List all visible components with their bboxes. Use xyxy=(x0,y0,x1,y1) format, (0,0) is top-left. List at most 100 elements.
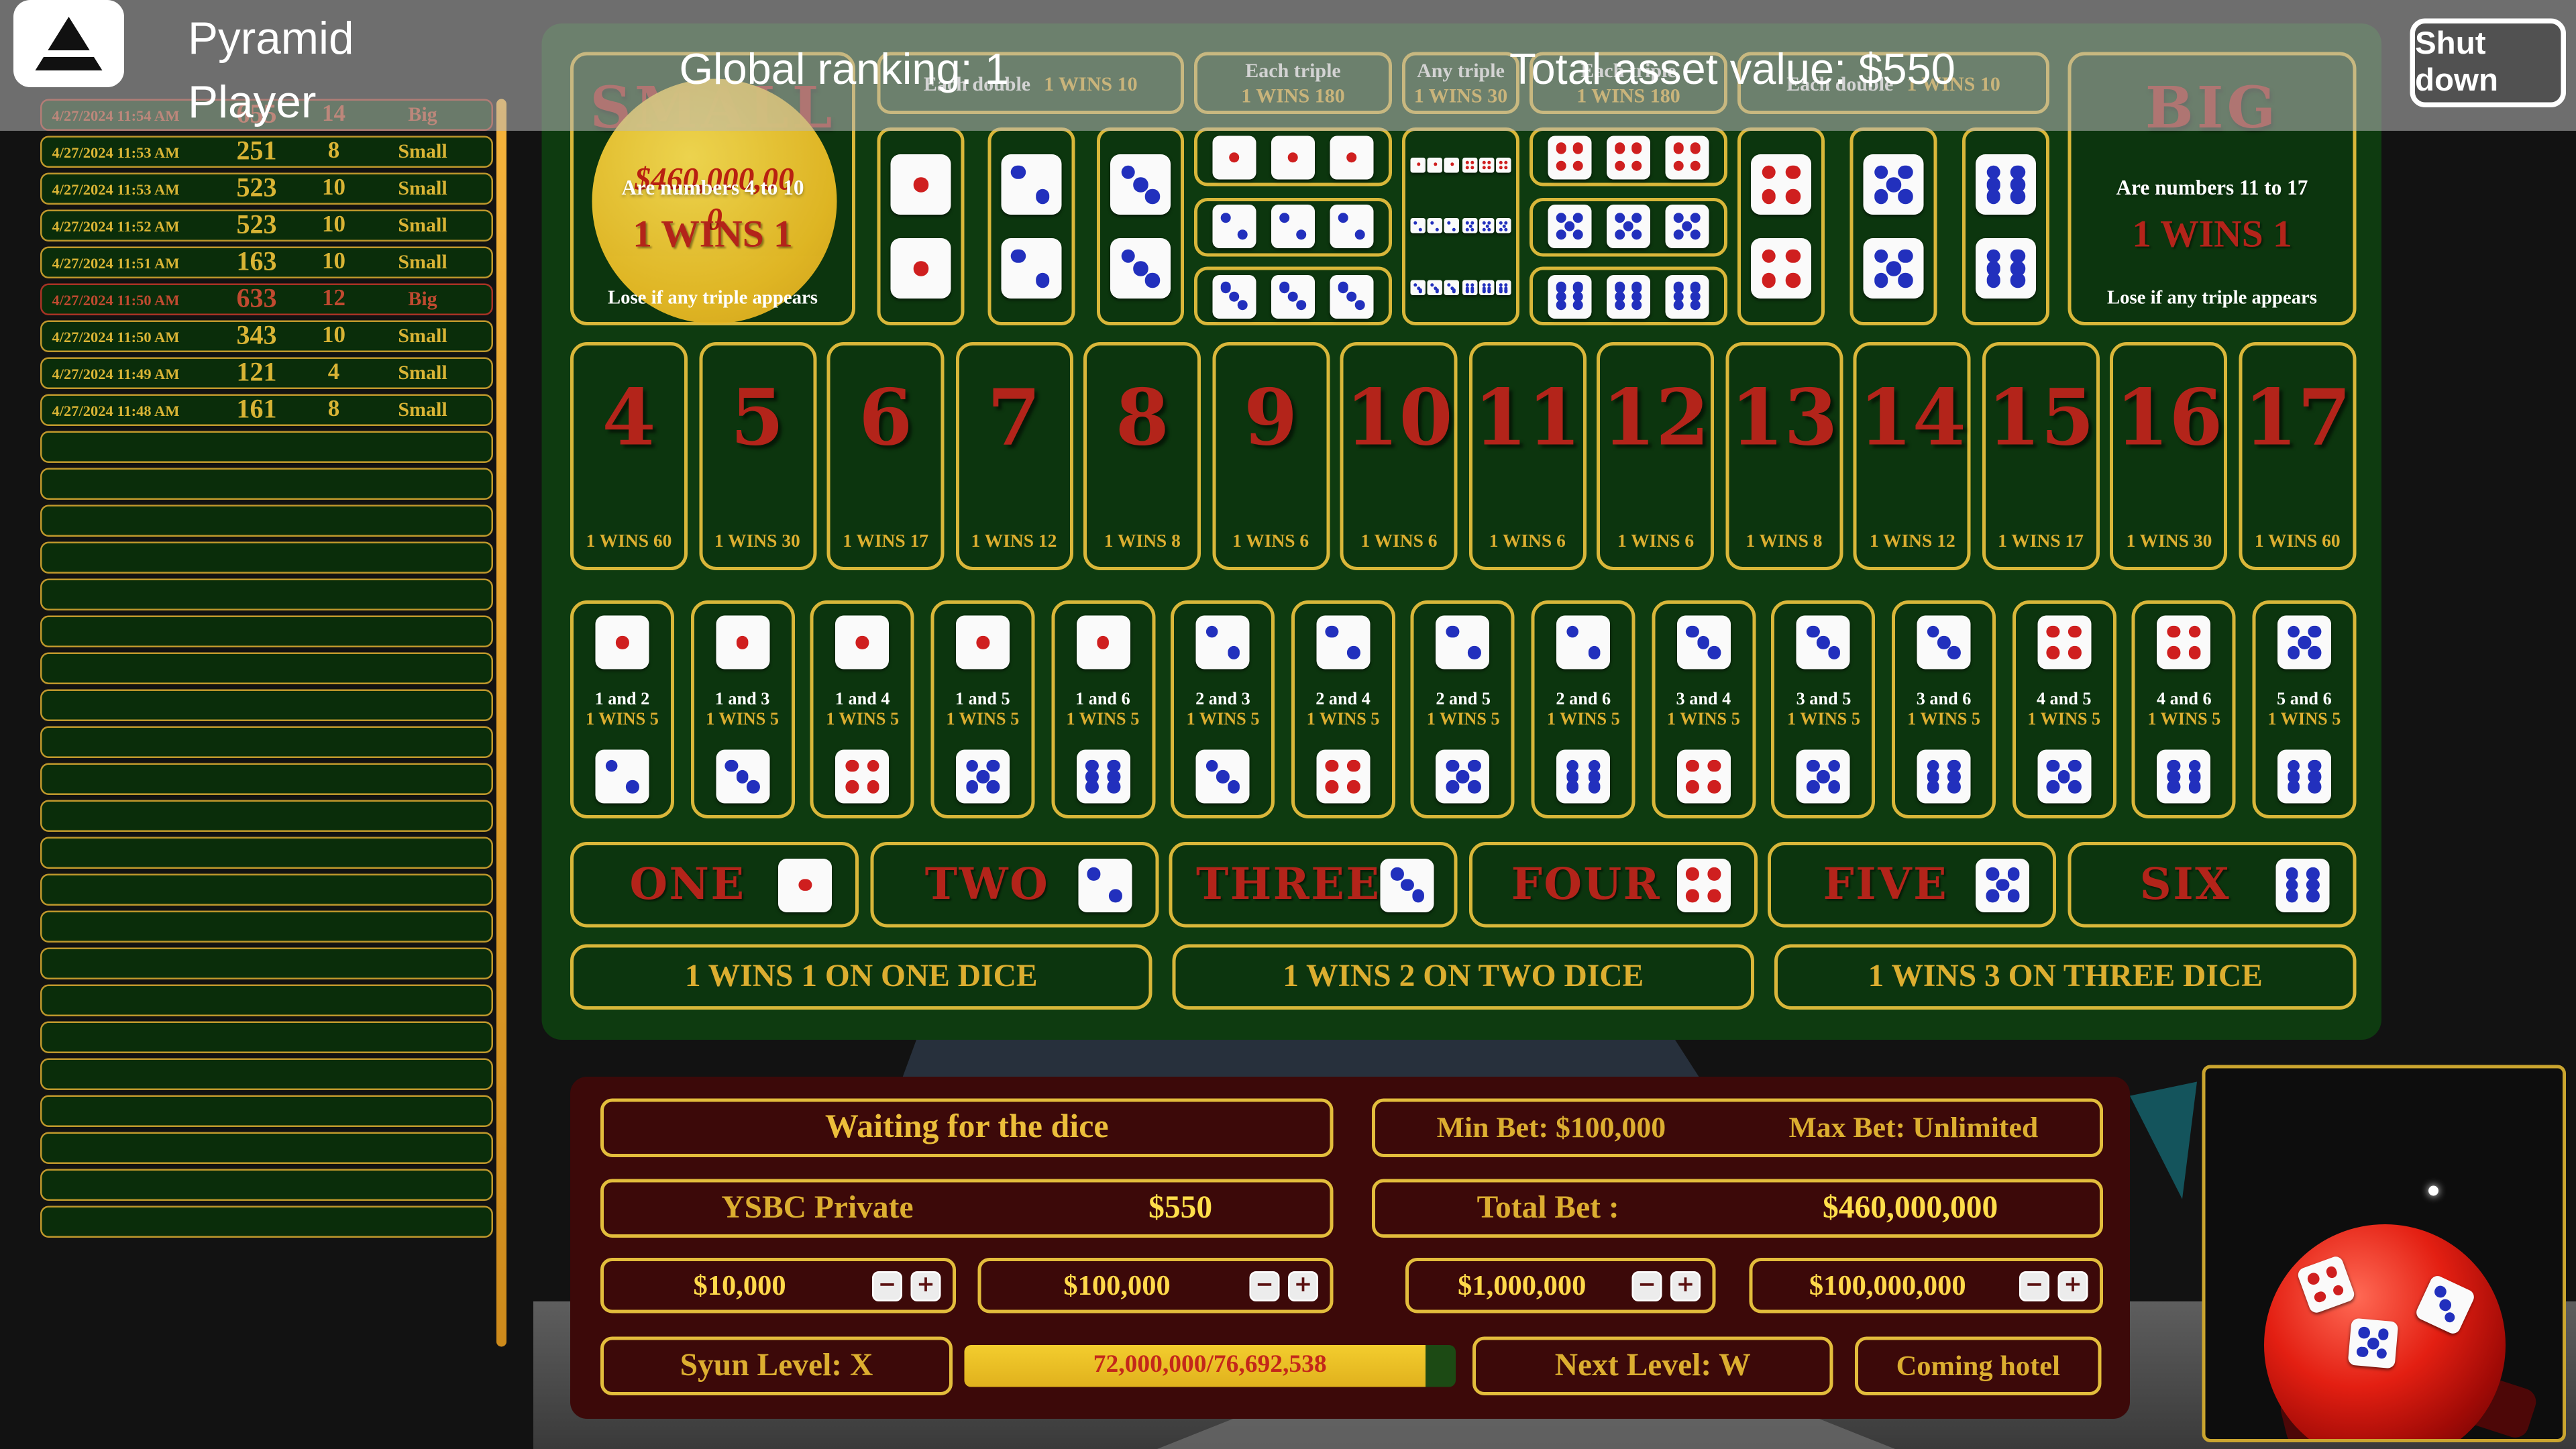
bet-pair-4-5[interactable]: 4 and 51 WINS 5 xyxy=(2012,600,2116,818)
pip xyxy=(1436,288,1440,293)
pip xyxy=(1898,189,1913,204)
history-result: 523 xyxy=(236,173,277,203)
pip xyxy=(1482,288,1486,293)
bet-total-14[interactable]: 14 1 WINS 12 xyxy=(1854,342,1972,570)
bet-total-8[interactable]: 8 1 WINS 8 xyxy=(1083,342,1201,570)
bet-single-five[interactable]: FIVE xyxy=(1768,842,2057,928)
bet-pair-1-4[interactable]: 1 and 41 WINS 5 xyxy=(810,600,915,818)
bet-double-4[interactable] xyxy=(1737,127,1825,325)
pyramid-logo[interactable] xyxy=(13,0,124,87)
die-face-3 xyxy=(1196,749,1250,804)
bet-pair-1-5[interactable]: 1 and 51 WINS 5 xyxy=(930,600,1035,818)
bet-pair-2-4[interactable]: 2 and 41 WINS 5 xyxy=(1291,600,1395,818)
history-row: 4/27/2024 11:48 AM 161 8 Small xyxy=(40,394,493,426)
chip-1000000[interactable]: $1,000,000 − + xyxy=(1405,1258,1716,1313)
bet-total-12[interactable]: 12 1 WINS 6 xyxy=(1597,342,1715,570)
bet-pair-2-3[interactable]: 2 and 31 WINS 5 xyxy=(1171,600,1275,818)
increase-bet-button[interactable]: + xyxy=(1288,1270,1318,1301)
bet-total-7[interactable]: 7 1 WINS 12 xyxy=(955,342,1073,570)
increase-bet-button[interactable]: + xyxy=(1670,1270,1701,1301)
pip xyxy=(1986,189,2001,204)
bet-double-3[interactable] xyxy=(1097,127,1184,325)
history-time: 4/27/2024 11:50 AM xyxy=(52,290,180,308)
bet-total-5[interactable]: 5 1 WINS 30 xyxy=(698,342,816,570)
pip xyxy=(2047,759,2060,773)
pip xyxy=(1556,299,1566,311)
bet-pair-1-6[interactable]: 1 and 61 WINS 5 xyxy=(1051,600,1155,818)
dice-bowl-panel xyxy=(2202,1065,2566,1442)
bet-any-triple[interactable] xyxy=(1402,127,1519,325)
bet-total-9[interactable]: 9 1 WINS 6 xyxy=(1212,342,1330,570)
increase-bet-button[interactable]: + xyxy=(2057,1270,2088,1301)
pip xyxy=(1631,229,1643,241)
bet-triple-6[interactable] xyxy=(1529,266,1727,325)
pip xyxy=(1145,273,1160,288)
single-label: ONE xyxy=(629,859,746,910)
pip xyxy=(1205,759,1219,773)
bet-total-13[interactable]: 13 1 WINS 8 xyxy=(1725,342,1843,570)
pip xyxy=(2377,1328,2390,1341)
pip xyxy=(1446,221,1450,225)
bet-pair-1-2[interactable]: 1 and 21 WINS 5 xyxy=(570,600,674,818)
bet-triple-5[interactable] xyxy=(1529,197,1727,256)
bet-triple-1[interactable] xyxy=(1194,127,1392,186)
pip xyxy=(965,759,979,773)
bet-total-16[interactable]: 16 1 WINS 30 xyxy=(2110,342,2228,570)
bet-total-4[interactable]: 4 1 WINS 60 xyxy=(570,342,688,570)
pip xyxy=(1121,165,1136,180)
bet-double-1[interactable] xyxy=(877,127,965,325)
bet-pair-2-6[interactable]: 2 and 61 WINS 5 xyxy=(1531,600,1635,818)
bet-pair-4-6[interactable]: 4 and 61 WINS 5 xyxy=(2132,600,2237,818)
shutdown-button[interactable]: Shut down xyxy=(2410,18,2566,107)
history-scrollbar[interactable] xyxy=(496,99,506,1347)
pip xyxy=(2068,780,2082,794)
bet-single-two[interactable]: TWO xyxy=(869,842,1159,928)
bet-total-17[interactable]: 17 1 WINS 60 xyxy=(2239,342,2357,570)
history-panel: 4/27/2024 11:54 AM65514Big4/27/2024 11:5… xyxy=(40,99,493,1243)
bet-pair-3-6[interactable]: 3 and 61 WINS 5 xyxy=(1892,600,1996,818)
bet-total-10[interactable]: 10 1 WINS 6 xyxy=(1340,342,1458,570)
die-face-1 xyxy=(1075,615,1130,669)
decrease-bet-button[interactable]: − xyxy=(2019,1270,2049,1301)
bet-pair-2-5[interactable]: 2 and 51 WINS 5 xyxy=(1411,600,1515,818)
chip-100000[interactable]: $100,000 − + xyxy=(977,1258,1334,1313)
bet-pair-1-3[interactable]: 1 and 31 WINS 5 xyxy=(690,600,795,818)
pip xyxy=(1419,227,1423,231)
decrease-bet-button[interactable]: − xyxy=(872,1270,902,1301)
bet-pair-3-5[interactable]: 3 and 51 WINS 5 xyxy=(1772,600,1876,818)
pair-odds: 1 WINS 5 xyxy=(2027,710,2101,729)
history-size: Small xyxy=(398,397,447,421)
chip-10000[interactable]: $10,000 − + xyxy=(600,1258,956,1313)
bet-total-15[interactable]: 15 1 WINS 17 xyxy=(1982,342,2100,570)
bet-single-six[interactable]: SIX xyxy=(2068,842,2357,928)
pip xyxy=(1296,229,1307,241)
bet-triple-4[interactable] xyxy=(1529,127,1727,186)
pip xyxy=(1874,249,1889,264)
decrease-bet-button[interactable]: − xyxy=(1631,1270,1662,1301)
increase-bet-button[interactable]: + xyxy=(910,1270,941,1301)
die-face-2 xyxy=(1316,615,1371,669)
pip xyxy=(1573,229,1584,241)
bet-pair-5-6[interactable]: 5 and 61 WINS 5 xyxy=(2252,600,2357,818)
bet-pair-3-4[interactable]: 3 and 41 WINS 5 xyxy=(1651,600,1756,818)
bet-double-2[interactable] xyxy=(987,127,1075,325)
bet-single-four[interactable]: FOUR xyxy=(1468,842,1758,928)
bet-single-three[interactable]: THREE xyxy=(1169,842,1458,928)
small-note: Lose if any triple appears xyxy=(607,288,818,309)
bet-double-5[interactable] xyxy=(1849,127,1937,325)
bet-total-11[interactable]: 11 1 WINS 6 xyxy=(1468,342,1587,570)
bet-triple-2[interactable] xyxy=(1194,197,1392,256)
chip-100000000[interactable]: $100,000,000 − + xyxy=(1749,1258,2103,1313)
bet-total-6[interactable]: 6 1 WINS 17 xyxy=(826,342,945,570)
decrease-bet-button[interactable]: − xyxy=(1249,1270,1280,1301)
history-size: Small xyxy=(398,139,447,163)
pip xyxy=(1707,867,1721,881)
pip xyxy=(1927,625,1940,639)
coming-hotel-button[interactable]: Coming hotel xyxy=(1855,1336,2102,1395)
pip xyxy=(1986,889,1999,902)
bet-triple-3[interactable] xyxy=(1194,266,1392,325)
bet-single-one[interactable]: ONE xyxy=(570,842,859,928)
total-odds: 1 WINS 30 xyxy=(2126,531,2212,552)
pip xyxy=(1686,780,1699,794)
bet-double-6[interactable] xyxy=(1962,127,2049,325)
